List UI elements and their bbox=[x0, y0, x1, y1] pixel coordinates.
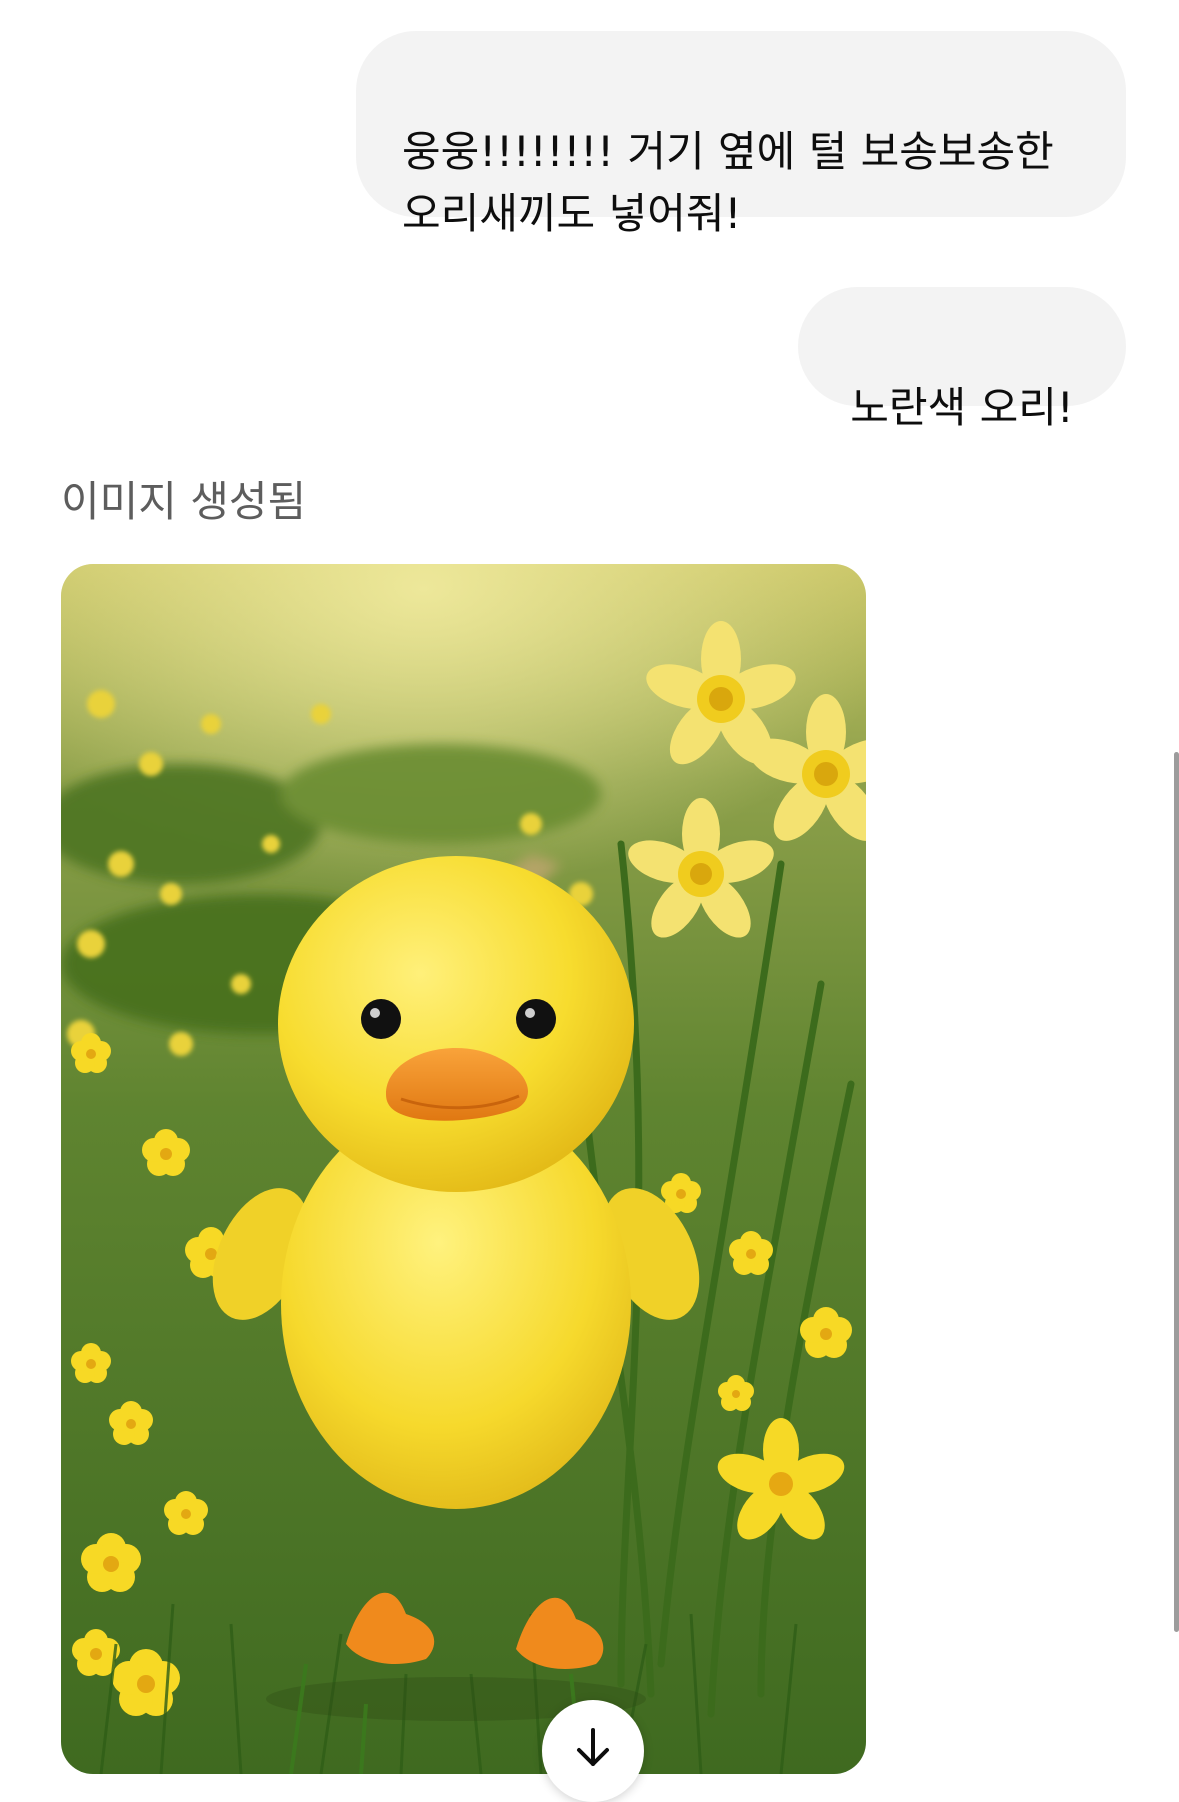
image-generated-status: 이미지 생성됨 bbox=[61, 477, 307, 526]
scroll-to-bottom-button[interactable] bbox=[542, 1700, 644, 1802]
user-message-bubble: 노란색 오리! bbox=[798, 287, 1126, 432]
arrow-down-icon bbox=[577, 1728, 609, 1766]
user-message-text: 노란색 오리! bbox=[850, 383, 1074, 432]
generated-image[interactable] bbox=[61, 564, 866, 1774]
user-message-text: 웅웅!!!!!!!! 거기 옆에 털 보송보송한 오리새끼도 넣어줘! bbox=[402, 127, 1054, 238]
scrollbar[interactable] bbox=[1174, 752, 1179, 1632]
user-message-bubble: 웅웅!!!!!!!! 거기 옆에 털 보송보송한 오리새끼도 넣어줘! bbox=[356, 31, 1126, 238]
duckling-image-illustration bbox=[61, 564, 866, 1774]
